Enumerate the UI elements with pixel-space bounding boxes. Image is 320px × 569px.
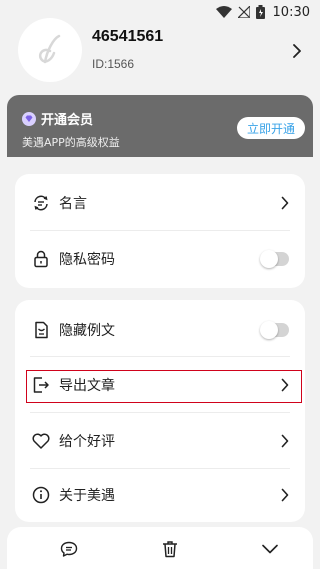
vip-subtitle: 美遇APP的高级权益 (22, 136, 120, 149)
wifi-icon (215, 6, 232, 18)
privacy-password-toggle[interactable] (260, 250, 289, 268)
user-id-label: ID:1566 (92, 57, 135, 71)
chevron-right-icon (281, 378, 289, 392)
vip-title: 开通会员 (41, 113, 94, 128)
chevron-down-icon (262, 544, 278, 554)
menu-item-label: 给个好评 (59, 434, 115, 450)
vip-title-row: 开通会员 (22, 109, 93, 128)
avatar[interactable] (18, 18, 82, 82)
menu-item-label: 名言 (59, 196, 87, 212)
menu-item-hide-examples[interactable]: 隐藏例文 (15, 302, 305, 358)
menu-item-quotes[interactable]: 名言 (15, 175, 305, 231)
trash-icon (163, 541, 177, 558)
vip-card[interactable]: 开通会员 美遇APP的高级权益 立即开通 (7, 95, 313, 157)
menu-item-label: 导出文章 (59, 378, 115, 394)
heart-icon (32, 432, 50, 450)
menu-item-about[interactable]: 关于美遇 (15, 467, 305, 523)
delete-button[interactable] (160, 539, 180, 559)
app-logo-icon (38, 34, 61, 64)
menu-item-rate-app[interactable]: 给个好评 (15, 413, 305, 469)
hidden-doc-icon (32, 321, 50, 339)
menu-item-export-articles[interactable]: 导出文章 (15, 357, 305, 413)
menu-item-label: 关于美遇 (59, 488, 115, 504)
collapse-button[interactable] (260, 539, 280, 559)
hide-examples-toggle[interactable] (260, 321, 289, 339)
settings-group-2: 隐藏例文 导出文章 给个好评 关于美遇 (15, 300, 305, 522)
menu-item-label: 隐私密码 (59, 252, 115, 268)
export-icon (32, 376, 50, 394)
chevron-right-icon (281, 434, 289, 448)
comment-icon (60, 541, 78, 557)
battery-icon (255, 5, 265, 19)
menu-item-label: 隐藏例文 (59, 323, 115, 339)
profile-header[interactable]: 46541561 ID:1566 (0, 18, 320, 98)
chevron-right-icon (281, 196, 289, 210)
quote-refresh-icon (32, 194, 50, 212)
chevron-right-icon (281, 488, 289, 502)
signal-off-icon (237, 6, 250, 18)
menu-item-privacy-password[interactable]: 隐私密码 (15, 231, 305, 287)
user-number: 46541561 (92, 28, 164, 45)
diamond-icon (22, 111, 36, 126)
chevron-right-icon[interactable] (292, 44, 302, 58)
comment-button[interactable] (59, 539, 79, 559)
open-vip-button[interactable]: 立即开通 (237, 117, 305, 139)
bottom-toolbar (7, 527, 313, 569)
settings-group-1: 名言 隐私密码 (15, 174, 305, 288)
info-icon (32, 486, 50, 504)
lock-icon (32, 250, 50, 268)
